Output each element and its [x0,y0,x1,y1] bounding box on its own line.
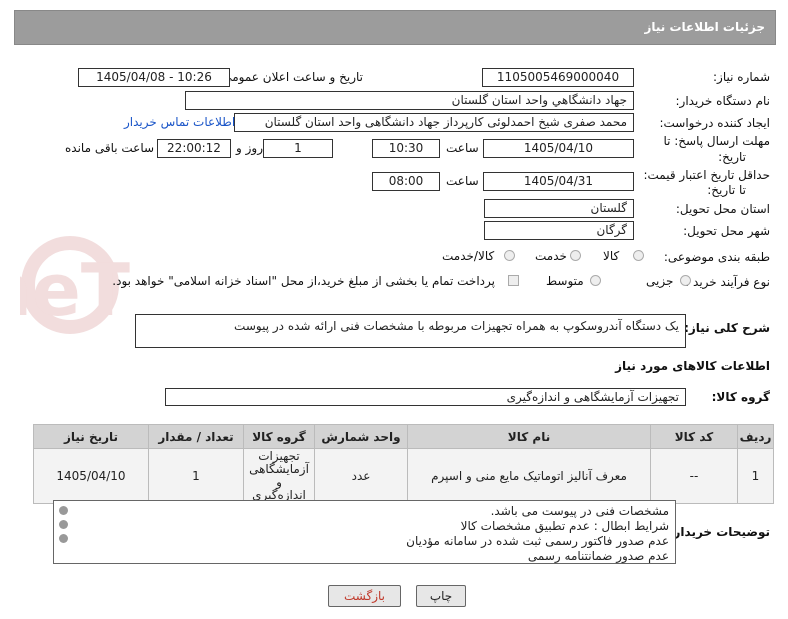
cell-unit: عدد [314,448,408,504]
general-desc-label: شرح کلی نیاز: [684,321,770,335]
category-option-service: خدمت [535,249,567,263]
goods-section-title: اطلاعات کالاهای مورد نیاز [615,359,770,373]
col-date: تاریخ نیاز [33,424,149,449]
buyer-notes-line: مشخصات فنی در پیوست می باشد. [490,504,669,518]
category-radio-goods[interactable] [633,250,644,261]
goods-group-label: گروه کالا: [711,390,770,404]
col-code: کد کالا [650,424,738,449]
cell-group-line: آزمایشگاهی و [249,462,309,489]
category-radio-goods-service[interactable] [504,250,515,261]
cell-name: معرف آنالیز اتوماتیک مایع منی و اسپرم [407,448,651,504]
buyer-org-field: جهاد دانشگاهي واحد استان گلستان [185,91,634,110]
buyer-notes-field[interactable]: مشخصات فنی در پیوست می باشد. شرایط ابطال… [53,500,676,564]
back-button[interactable]: بازگشت [328,585,401,607]
buyer-contact-link[interactable]: اطلاعات تماس خریدار [124,115,235,129]
deadline-label-line1: مهلت ارسال پاسخ: تا [663,134,770,148]
process-label: نوع فرآیند خرید : [685,275,770,289]
city-label: شهر محل تحویل: [683,224,770,238]
category-option-goods-service: کالا/خدمت [442,249,495,263]
deadline-label-line2: تاریخ: [718,150,746,164]
min-validity-label-line2: تا تاریخ: [707,183,746,197]
goods-group-field: تجهیزات آزمایشگاهی و اندازه‌گیری [165,388,686,406]
col-quantity: تعداد / مقدار [148,424,244,449]
requester-field: محمد صفری شیخ احمدلوئی کارپرداز جهاد دان… [234,113,634,132]
goods-table-header: ردیف کد کالا نام کالا واحد شمارش گروه کا… [33,424,774,449]
days-label: روز و [236,141,263,155]
validity-time-label: ساعت [446,174,479,188]
min-validity-label-line1: حداقل تاریخ اعتبار قیمت: [643,168,770,182]
buyer-notes-line: عدم صدور فاکتور رسمی ثبت شده در سامانه م… [406,534,669,548]
watermark-text: AriaTender.neT [20,248,130,332]
buyer-notes-line: عدم صدور ضمانتنامه رسمی [527,549,669,563]
deadline-time-field: 10:30 [372,139,440,158]
remaining-time-field: 22:00:12 [157,139,231,158]
page-title: جزئیات اطلاعات نیاز [644,20,765,34]
need-details-page: AriaTender.neT جزئیات اطلاعات نیاز شماره… [0,0,788,619]
province-label: استان محل تحویل: [675,202,770,216]
table-row: 1 -- معرف آنالیز اتوماتیک مایع منی و اسپ… [33,448,774,504]
validity-time-field: 08:00 [372,172,440,191]
deadline-date-field: 1405/04/10 [483,139,634,158]
col-group: گروه کالا [243,424,315,449]
cell-code: -- [650,448,738,504]
print-button[interactable]: چاپ [416,585,466,607]
scroll-down-icon[interactable] [59,534,68,543]
process-radio-minor[interactable] [680,275,691,286]
announce-label: تاریخ و ساعت اعلان عمومی: [218,70,363,84]
page-header: جزئیات اطلاعات نیاز [14,10,776,45]
requester-label: ایجاد کننده درخواست: [659,116,770,130]
col-name: نام کالا [407,424,651,449]
days-field: 1 [263,139,333,158]
buyer-org-label: نام دستگاه خریدار: [675,94,771,108]
goods-table: ردیف کد کالا نام کالا واحد شمارش گروه کا… [33,424,774,504]
buyer-notes-label: توضیحات خریدار: [668,525,770,539]
scroll-thumb-icon[interactable] [59,520,68,529]
announce-value: 1405/04/08 - 10:26 [96,70,212,84]
process-option-medium: متوسط [546,274,584,288]
need-number-field: 1105005469000040 [482,68,634,87]
process-option-minor: جزیی [646,274,674,288]
cell-date: 1405/04/10 [33,448,149,504]
payment-note: پرداخت تمام یا بخشی از مبلغ خرید،از محل … [112,274,495,288]
need-number-label: شماره نیاز: [713,70,770,84]
payment-checkbox[interactable] [508,275,519,286]
col-unit: واحد شمارش [314,424,408,449]
col-index: ردیف [737,424,774,449]
scroll-up-icon[interactable] [59,506,68,515]
category-label: طبقه بندی موضوعی: [663,250,770,264]
category-option-goods: کالا [603,249,620,263]
cell-quantity: 1 [148,448,244,504]
category-radio-service[interactable] [570,250,581,261]
cell-group: تجهیزات آزمایشگاهی و اندازه‌گیری [243,448,315,504]
buyer-notes-line: شرایط ابطال : عدم تطبیق مشخصات کالا [460,519,669,533]
validity-date-field: 1405/04/31 [483,172,634,191]
cell-index: 1 [737,448,774,504]
process-radio-medium[interactable] [590,275,601,286]
deadline-time-label: ساعت [446,141,479,155]
general-desc-field: یک دستگاه آندروسکوپ به همراه تجهیزات مرب… [135,314,686,348]
remaining-label: ساعت باقی مانده [65,141,155,155]
announce-field: 1405/04/08 - 10:26 [78,68,230,87]
province-field: گلستان [484,199,634,218]
city-field: گرگان [484,221,634,240]
